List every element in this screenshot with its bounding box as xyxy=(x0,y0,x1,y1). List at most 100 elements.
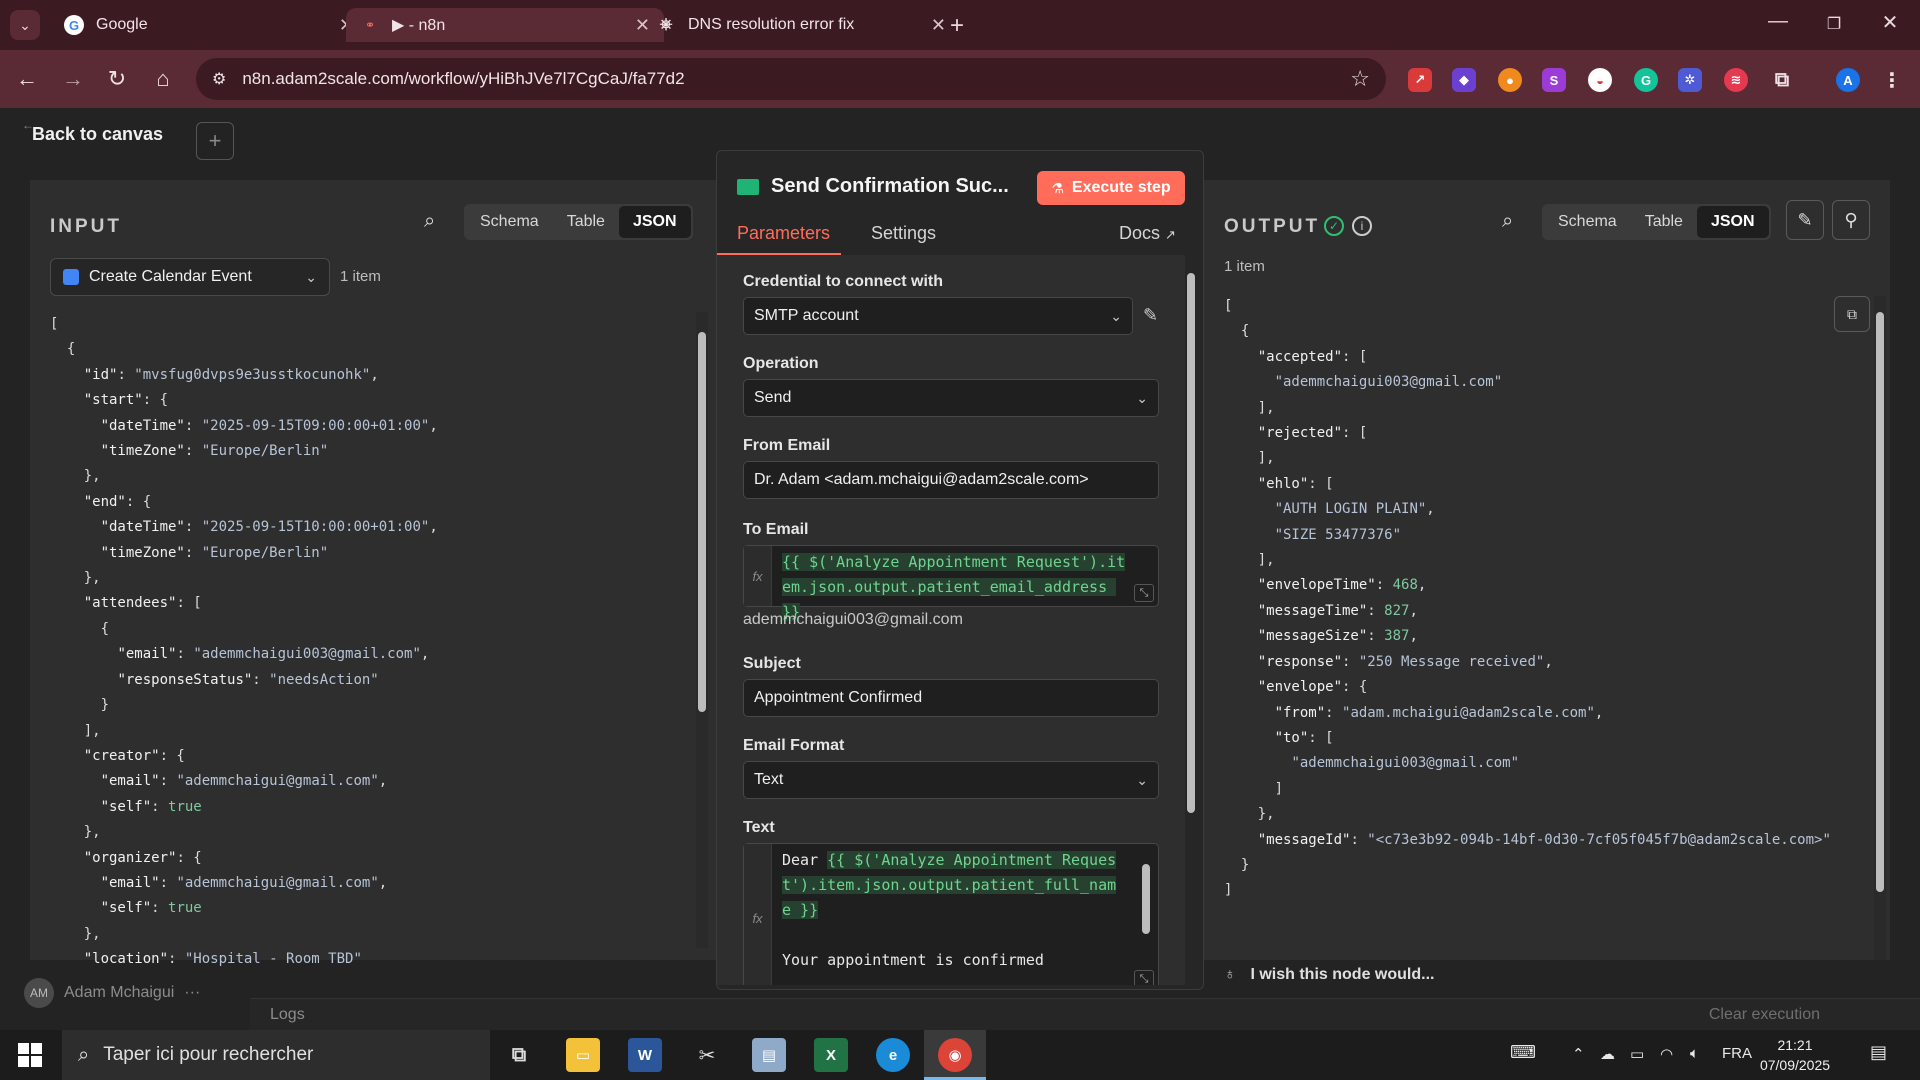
output-json-view[interactable]: [ { "accepted": [ "ademmchaigui003@gmail… xyxy=(1224,294,1831,904)
taskbar-search[interactable]: ⌕ Taper ici pour rechercher xyxy=(62,1030,490,1080)
to-email-expression[interactable]: fx {{ $('Analyze Appointment Request').i… xyxy=(743,545,1159,621)
forward-icon[interactable]: → xyxy=(58,64,88,94)
view-schema-button[interactable]: Schema xyxy=(1544,206,1631,238)
volume-icon[interactable]: 🔈︎ xyxy=(1690,1045,1699,1062)
snipping-tool-icon[interactable]: ✂ xyxy=(690,1038,724,1072)
address-bar[interactable]: ⚙ n8n.adam2scale.com/workflow/yHiBhJVe7l… xyxy=(196,58,1386,100)
edge-icon[interactable]: e xyxy=(876,1038,910,1072)
reload-icon[interactable]: ↻ xyxy=(102,64,132,94)
browser-tab-dns[interactable]: ⎈ DNS resolution error fix ✕ xyxy=(642,8,960,42)
site-info-icon[interactable]: ⚙ xyxy=(212,69,226,89)
more-options-icon[interactable]: ··· xyxy=(184,984,200,1002)
close-tab-icon[interactable]: ✕ xyxy=(931,15,946,36)
extension-arrow-icon[interactable]: ↗ xyxy=(1408,68,1432,92)
email-format-select[interactable]: Text ⌄ xyxy=(743,761,1159,799)
input-scroll-thumb[interactable] xyxy=(698,332,706,712)
expand-expression-icon[interactable]: ⤡ xyxy=(1134,584,1154,602)
notepad-icon[interactable]: ▤ xyxy=(752,1038,786,1072)
bookmark-star-icon[interactable]: ☆ xyxy=(1350,66,1370,92)
text-scrollbar[interactable] xyxy=(1140,850,1152,960)
view-table-button[interactable]: Table xyxy=(553,206,619,238)
browser-tab-n8n[interactable]: ⚭ ▶ - n8n ✕ xyxy=(346,8,664,42)
extensions-puzzle-icon[interactable]: ⧉ xyxy=(1770,68,1794,92)
url-text[interactable]: n8n.adam2scale.com/workflow/yHiBhJVe7l7C… xyxy=(242,69,684,89)
clear-execution-button[interactable]: Clear execution xyxy=(1709,1006,1820,1024)
parameters-scroll-thumb[interactable] xyxy=(1187,273,1195,813)
search-icon[interactable]: ⌕ xyxy=(424,210,435,233)
feedback-link[interactable]: ♁ I wish this node would... xyxy=(1224,966,1434,984)
expand-expression-icon[interactable]: ⤡ xyxy=(1134,970,1154,985)
file-explorer-icon[interactable]: ▭ xyxy=(566,1038,600,1072)
windows-start-icon[interactable] xyxy=(18,1043,42,1067)
output-scroll-thumb[interactable] xyxy=(1876,312,1884,892)
view-json-button[interactable]: JSON xyxy=(1696,206,1769,238)
edit-output-pencil-icon[interactable]: ✎ xyxy=(1786,200,1824,240)
edit-credential-pencil-icon[interactable]: ✎ xyxy=(1143,305,1158,326)
node-title[interactable]: Send Confirmation Suc... xyxy=(771,175,1009,198)
text-scroll-thumb[interactable] xyxy=(1142,864,1150,934)
credential-select[interactable]: SMTP account ⌄ xyxy=(743,297,1133,335)
task-view-icon[interactable]: ⧉ xyxy=(502,1038,536,1072)
tab-parameters[interactable]: Parameters xyxy=(737,223,830,244)
browser-tab-google[interactable]: G Google ✕ xyxy=(50,8,368,42)
extension-diamond-icon[interactable]: ◆ xyxy=(1452,68,1476,92)
battery-icon[interactable]: ▭ xyxy=(1630,1045,1644,1063)
execute-step-button[interactable]: ⚗ Execute step xyxy=(1037,171,1185,205)
touch-keyboard-icon[interactable]: ⌨ xyxy=(1510,1042,1536,1063)
browser-toolbar: ← → ↻ ⌂ ⚙ n8n.adam2scale.com/workflow/yH… xyxy=(0,50,1920,108)
output-scrollbar[interactable] xyxy=(1874,296,1886,960)
tab-search-menu-button[interactable]: ⌄ xyxy=(10,10,40,40)
search-icon[interactable]: ⌕ xyxy=(1502,210,1513,233)
profile-avatar[interactable]: A xyxy=(1836,68,1860,92)
minimize-icon[interactable]: — xyxy=(1758,10,1798,33)
notifications-icon[interactable]: ▤ xyxy=(1870,1042,1887,1063)
text-expression[interactable]: fx Dear {{ $('Analyze Appointment Reques… xyxy=(743,843,1159,985)
input-scrollbar[interactable] xyxy=(696,312,708,948)
new-tab-button[interactable]: + xyxy=(950,12,964,40)
tab-settings[interactable]: Settings xyxy=(871,223,936,244)
copy-icon[interactable]: ⧉ xyxy=(1834,296,1870,332)
taskbar-clock[interactable]: 21:21 07/09/2025 xyxy=(1758,1035,1832,1075)
info-icon[interactable]: i xyxy=(1352,216,1372,236)
input-json-view[interactable]: [ { "id": "mvsfug0dvps9e3usstkocunohk", … xyxy=(50,312,438,973)
parameters-scrollbar[interactable] xyxy=(1185,255,1197,979)
tray-chevron-up-icon[interactable]: ⌃ xyxy=(1572,1045,1585,1063)
search-icon: ⌕ xyxy=(78,1043,90,1066)
operation-select[interactable]: Send ⌄ xyxy=(743,379,1159,417)
home-icon[interactable]: ⌂ xyxy=(148,64,178,94)
tab-docs[interactable]: Docs ↗ xyxy=(1119,223,1176,244)
excel-icon[interactable]: X xyxy=(814,1038,848,1072)
pin-data-icon[interactable]: ⚲ xyxy=(1832,200,1870,240)
extension-gear-icon[interactable]: ✲ xyxy=(1678,68,1702,92)
from-email-input[interactable]: Dr. Adam <adam.mchaigui@adam2scale.com> xyxy=(743,461,1159,499)
word-icon[interactable]: W xyxy=(628,1038,662,1072)
from-email-label: From Email xyxy=(743,437,831,454)
chrome-taskbar-active[interactable]: ◉ xyxy=(924,1030,986,1080)
subject-input[interactable]: Appointment Confirmed xyxy=(743,679,1159,717)
add-node-button[interactable]: + xyxy=(196,122,234,160)
view-table-button[interactable]: Table xyxy=(1631,206,1697,238)
grammarly-icon[interactable]: G xyxy=(1634,68,1658,92)
onedrive-cloud-icon[interactable]: ☁ xyxy=(1600,1045,1615,1063)
close-window-icon[interactable]: ✕ xyxy=(1870,10,1910,35)
extension-s-icon[interactable]: S xyxy=(1542,68,1566,92)
email-envelope-icon xyxy=(737,178,759,195)
user-menu[interactable]: AM Adam Mchaigui ··· xyxy=(24,978,200,1008)
restore-icon[interactable]: ❐ xyxy=(1814,14,1854,34)
extension-flame-icon[interactable]: ● xyxy=(1498,68,1522,92)
back-to-canvas-link[interactable]: ← Back to canvas xyxy=(22,118,163,145)
browser-menu-icon[interactable]: ⋮ xyxy=(1880,68,1904,92)
language-indicator[interactable]: FRA xyxy=(1722,1045,1752,1062)
view-json-button[interactable]: JSON xyxy=(618,206,691,238)
logs-label[interactable]: Logs xyxy=(270,1006,305,1024)
extension-pokeball-icon[interactable]: ◒ xyxy=(1588,68,1612,92)
view-schema-button[interactable]: Schema xyxy=(466,206,553,238)
extension-stripes-icon[interactable]: ≋ xyxy=(1724,68,1748,92)
from-email-value: Dr. Adam <adam.mchaigui@adam2scale.com> xyxy=(754,471,1089,488)
text-label: Text xyxy=(743,819,775,836)
input-panel: INPUT ⌕ Schema Table JSON Create Calenda… xyxy=(30,180,720,967)
input-node-select[interactable]: Create Calendar Event ⌄ xyxy=(50,258,330,296)
user-avatar: AM xyxy=(24,978,54,1008)
wifi-icon[interactable]: ◠ xyxy=(1660,1045,1673,1063)
back-icon[interactable]: ← xyxy=(12,64,42,94)
